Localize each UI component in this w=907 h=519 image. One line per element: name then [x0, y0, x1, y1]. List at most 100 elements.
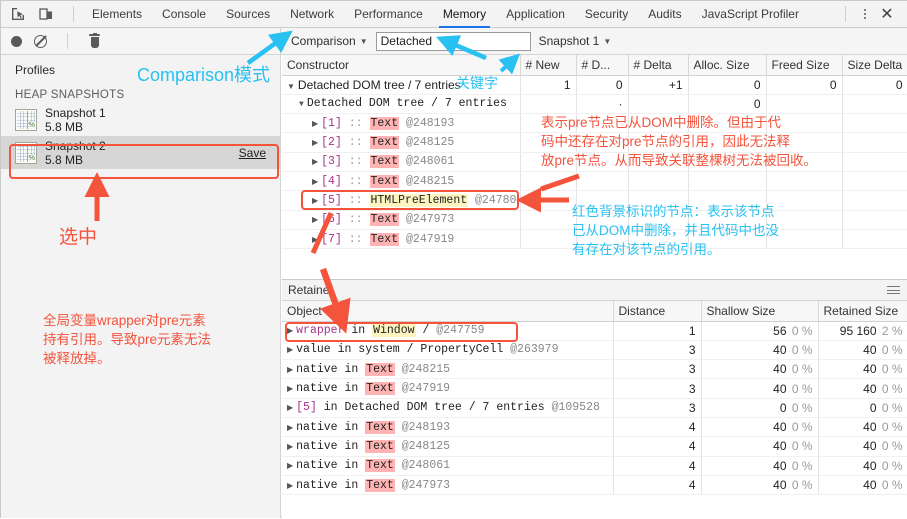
constructor-cell[interactable]: ▶ [6] :: Text @247973	[282, 210, 521, 230]
table-row[interactable]: ▶ native in Text @247919 3 40 0 % 40 0 %	[282, 378, 907, 399]
chevron-right-icon[interactable]: ▶	[287, 365, 293, 375]
column-header-retained-size[interactable]: Retained Size	[818, 301, 907, 322]
device-toggle-icon[interactable]	[37, 5, 55, 23]
inspect-cursor-icon[interactable]	[9, 5, 27, 23]
constructor-cell[interactable]: ▶ [4] :: Text @248215	[282, 171, 521, 192]
tab-javascript-profiler[interactable]: JavaScript Profiler	[692, 1, 809, 28]
table-row[interactable]: ▶ native in Text @248125 4 40 0 % 40 0 %	[282, 436, 907, 457]
constructor-cell[interactable]: ▼ Detached DOM tree / 7 entries	[282, 75, 521, 95]
constructor-cell[interactable]: ▶ [3] :: Text @248061	[282, 152, 521, 172]
column-header-size-delta[interactable]: Size Delta	[842, 55, 907, 76]
retainer-object-cell[interactable]: ▶ native in Text @247919	[282, 378, 614, 399]
cell-alloc-size	[688, 190, 767, 211]
column-header-distance[interactable]: Distance	[613, 301, 702, 322]
retainer-object-cell[interactable]: ▶ native in Text @248125	[282, 436, 614, 457]
chevron-right-icon[interactable]: ▶	[287, 442, 293, 452]
table-row[interactable]: ▶ native in Text @248193 4 40 0 % 40 0 %	[282, 417, 907, 438]
column-header-object[interactable]: Object	[282, 301, 614, 322]
chevron-right-icon[interactable]: ▶	[312, 119, 318, 129]
chevron-right-icon[interactable]: ▶	[312, 177, 318, 187]
table-row-highlighted[interactable]: ▶ wrapper in Window / @247759 1 56 0 % 95 160…	[282, 321, 907, 341]
record-icon[interactable]	[11, 35, 22, 47]
table-row[interactable]: ▶ [4] :: Text @248215	[282, 171, 907, 192]
table-row[interactable]: ▼ Detached DOM tree / 7 entries · 0	[282, 94, 907, 115]
class-filter-input[interactable]	[375, 31, 531, 51]
table-row[interactable]: ▶ native in Text @248061 4 40 0 % 40 0 %	[282, 456, 907, 476]
chevron-right-icon[interactable]: ▶	[312, 235, 318, 245]
more-options-icon[interactable]	[856, 5, 874, 23]
cell-retained-size: 40 0 %	[818, 340, 907, 361]
chevron-right-icon[interactable]: ▶	[287, 461, 293, 471]
constructor-cell[interactable]: ▶ [7] :: Text @247919	[282, 229, 521, 250]
chevron-right-icon[interactable]: ▶	[312, 215, 318, 225]
column-header-deleted[interactable]: # D...	[576, 55, 629, 76]
retained-percent: 0 %	[881, 478, 903, 493]
devtools-tabbar: Elements Console Sources Network Perform…	[1, 1, 907, 28]
table-row[interactable]: ▶ native in Text @247973 4 40 0 % 40 0 %	[282, 475, 907, 496]
table-row[interactable]: ▶ [7] :: Text @247919	[282, 229, 907, 250]
column-header-shallow-size[interactable]: Shallow Size	[701, 301, 819, 322]
table-row[interactable]: ▶ [2] :: Text @248125	[282, 132, 907, 153]
chevron-right-icon[interactable]: ▶	[312, 138, 318, 148]
chevron-right-icon[interactable]: ▶	[287, 345, 293, 355]
trash-icon[interactable]	[88, 32, 101, 49]
table-row[interactable]: ▼ Detached DOM tree / 7 entries 1 0 +1 0 …	[282, 75, 907, 95]
retainer-object-cell[interactable]: ▶ native in Text @247973	[282, 475, 614, 496]
sidebar-item-snapshot-1[interactable]: % Snapshot 1 5.8 MB	[1, 103, 280, 136]
sidebar-item-snapshot-2[interactable]: % Snapshot 2 5.8 MB Save	[1, 136, 280, 169]
cell-size-delta	[842, 113, 907, 134]
retainer-object-cell[interactable]: ▶ native in Text @248193	[282, 417, 614, 438]
retainer-object-cell[interactable]: ▶ native in Text @248061	[282, 456, 614, 476]
menu-icon[interactable]	[887, 286, 900, 294]
constructor-cell[interactable]: ▼ Detached DOM tree / 7 entries	[282, 94, 521, 115]
base-snapshot-dropdown[interactable]: Snapshot 1 ▼	[539, 34, 612, 48]
chevron-right-icon[interactable]: ▶	[312, 196, 318, 206]
tab-console[interactable]: Console	[152, 1, 216, 28]
constructor-cell[interactable]: ▶ [1] :: Text @248193	[282, 113, 521, 134]
column-header-delta[interactable]: # Delta	[628, 55, 689, 76]
cell-delta	[628, 94, 689, 115]
tab-memory[interactable]: Memory	[433, 1, 496, 28]
retainer-object-cell[interactable]: ▶ native in Text @248215	[282, 359, 614, 380]
chevron-right-icon[interactable]: ▶	[287, 423, 293, 433]
retainer-object-cell[interactable]: ▶ [5] in Detached DOM tree / 7 entries @1…	[282, 398, 614, 418]
constructor-cell[interactable]: ▶ [5] :: HTMLPreElement @24780	[282, 190, 521, 211]
column-header-new[interactable]: # New	[520, 55, 577, 76]
chevron-right-icon[interactable]: ▶	[287, 481, 293, 491]
chevron-right-icon[interactable]: ▶	[287, 326, 293, 336]
tab-performance[interactable]: Performance	[344, 1, 433, 28]
clear-icon[interactable]	[34, 34, 47, 48]
snapshot-name: Snapshot 1	[45, 105, 106, 120]
tab-network[interactable]: Network	[280, 1, 344, 28]
table-row[interactable]: ▶ value in system / PropertyCell @263979 3…	[282, 340, 907, 361]
cell-alloc-size	[688, 171, 767, 192]
column-header-alloc-size[interactable]: Alloc. Size	[688, 55, 767, 76]
view-mode-dropdown[interactable]: Comparison ▼	[291, 34, 368, 48]
retainer-object-cell[interactable]: ▶ value in system / PropertyCell @263979	[282, 340, 614, 361]
tab-security[interactable]: Security	[575, 1, 638, 28]
table-row[interactable]: ▶ native in Text @248215 3 40 0 % 40 0 %	[282, 359, 907, 380]
constructor-cell[interactable]: ▶ [2] :: Text @248125	[282, 132, 521, 153]
table-row-highlighted[interactable]: ▶ [5] :: HTMLPreElement @24780	[282, 190, 907, 211]
tab-elements[interactable]: Elements	[82, 1, 152, 28]
toolbar-left-group	[1, 27, 281, 55]
column-header-constructor[interactable]: Constructor ▲	[282, 55, 521, 76]
tab-sources[interactable]: Sources	[216, 1, 280, 28]
retainer-object-cell[interactable]: ▶ wrapper in Window / @247759	[282, 321, 614, 341]
table-row[interactable]: ▶ [3] :: Text @248061	[282, 152, 907, 172]
table-row[interactable]: ▶ [1] :: Text @248193	[282, 113, 907, 134]
snapshot-size: 5.8 MB	[45, 152, 84, 167]
chevron-right-icon[interactable]: ▶	[287, 403, 293, 413]
save-snapshot-link[interactable]: Save	[239, 146, 266, 160]
chevron-down-icon[interactable]: ▼	[299, 100, 304, 109]
chevron-down-icon[interactable]: ▼	[287, 82, 295, 91]
chevron-right-icon[interactable]: ▶	[312, 157, 318, 167]
entry-index: [1]	[321, 116, 342, 130]
tab-audits[interactable]: Audits	[638, 1, 691, 28]
tab-application[interactable]: Application	[496, 1, 575, 28]
chevron-right-icon[interactable]: ▶	[287, 384, 293, 394]
close-icon[interactable]: ✕	[876, 3, 898, 25]
table-row[interactable]: ▶ [5] in Detached DOM tree / 7 entries @1…	[282, 398, 907, 418]
table-row[interactable]: ▶ [6] :: Text @247973	[282, 210, 907, 230]
column-header-freed-size[interactable]: Freed Size	[766, 55, 843, 76]
